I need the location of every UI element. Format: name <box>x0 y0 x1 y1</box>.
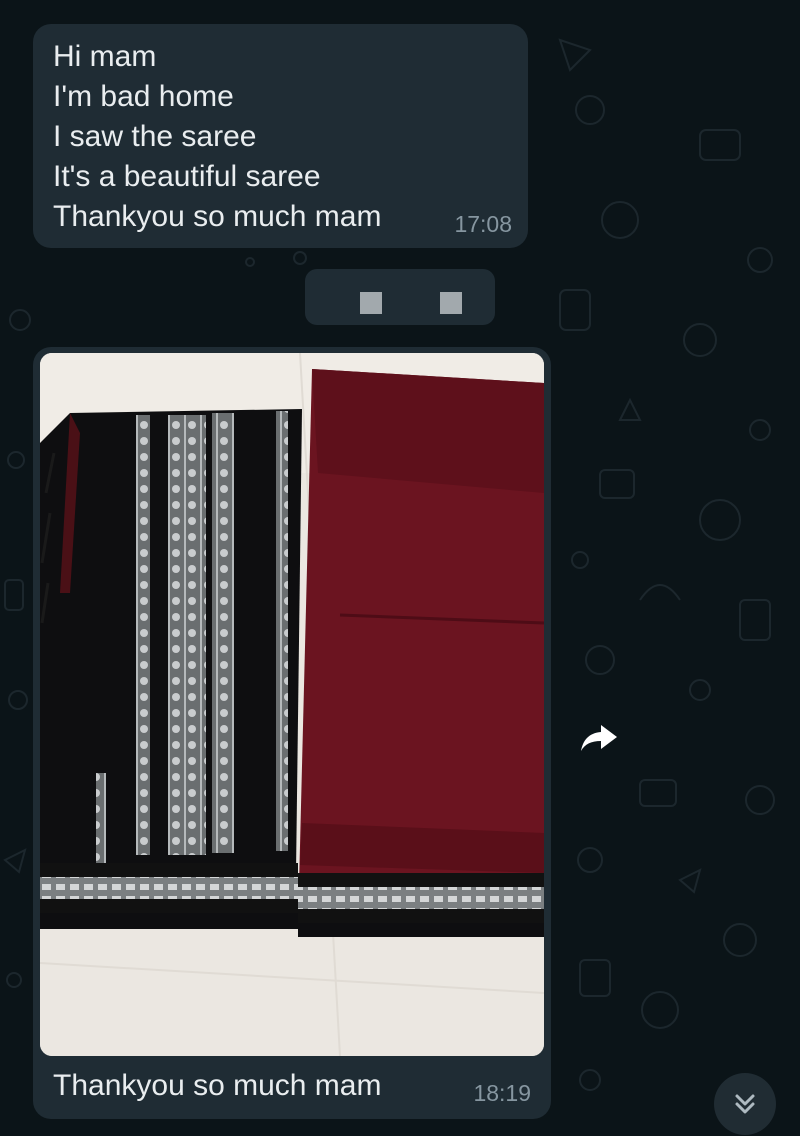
redacted-block <box>360 292 382 314</box>
message-line: I'm bad home <box>53 80 234 113</box>
message-line: Hi mam <box>53 40 157 73</box>
message-line: Thankyou so much mam <box>53 200 382 233</box>
saree-photo[interactable] <box>40 353 544 1056</box>
image-caption: Thankyou so much mam <box>53 1069 382 1102</box>
forward-button[interactable] <box>574 712 624 762</box>
saree-photo-image <box>40 353 544 1056</box>
message-line: I saw the saree <box>53 120 257 153</box>
double-chevron-down-icon <box>735 1094 755 1114</box>
incoming-message-bubble[interactable]: Hi mam I'm bad home I saw the saree It's… <box>33 24 528 248</box>
message-timestamp: 18:19 <box>473 1080 531 1106</box>
forward-icon <box>581 725 617 751</box>
redacted-block <box>440 292 462 314</box>
date-divider-chip <box>305 269 495 325</box>
message-text: Hi mam I'm bad home I saw the saree It's… <box>53 37 381 237</box>
message-line: It's a beautiful saree <box>53 160 321 193</box>
incoming-image-message-bubble[interactable]: Thankyou so much mam 18:19 <box>33 347 551 1119</box>
scroll-to-bottom-button[interactable] <box>714 1073 776 1135</box>
message-timestamp: 17:08 <box>454 211 512 237</box>
